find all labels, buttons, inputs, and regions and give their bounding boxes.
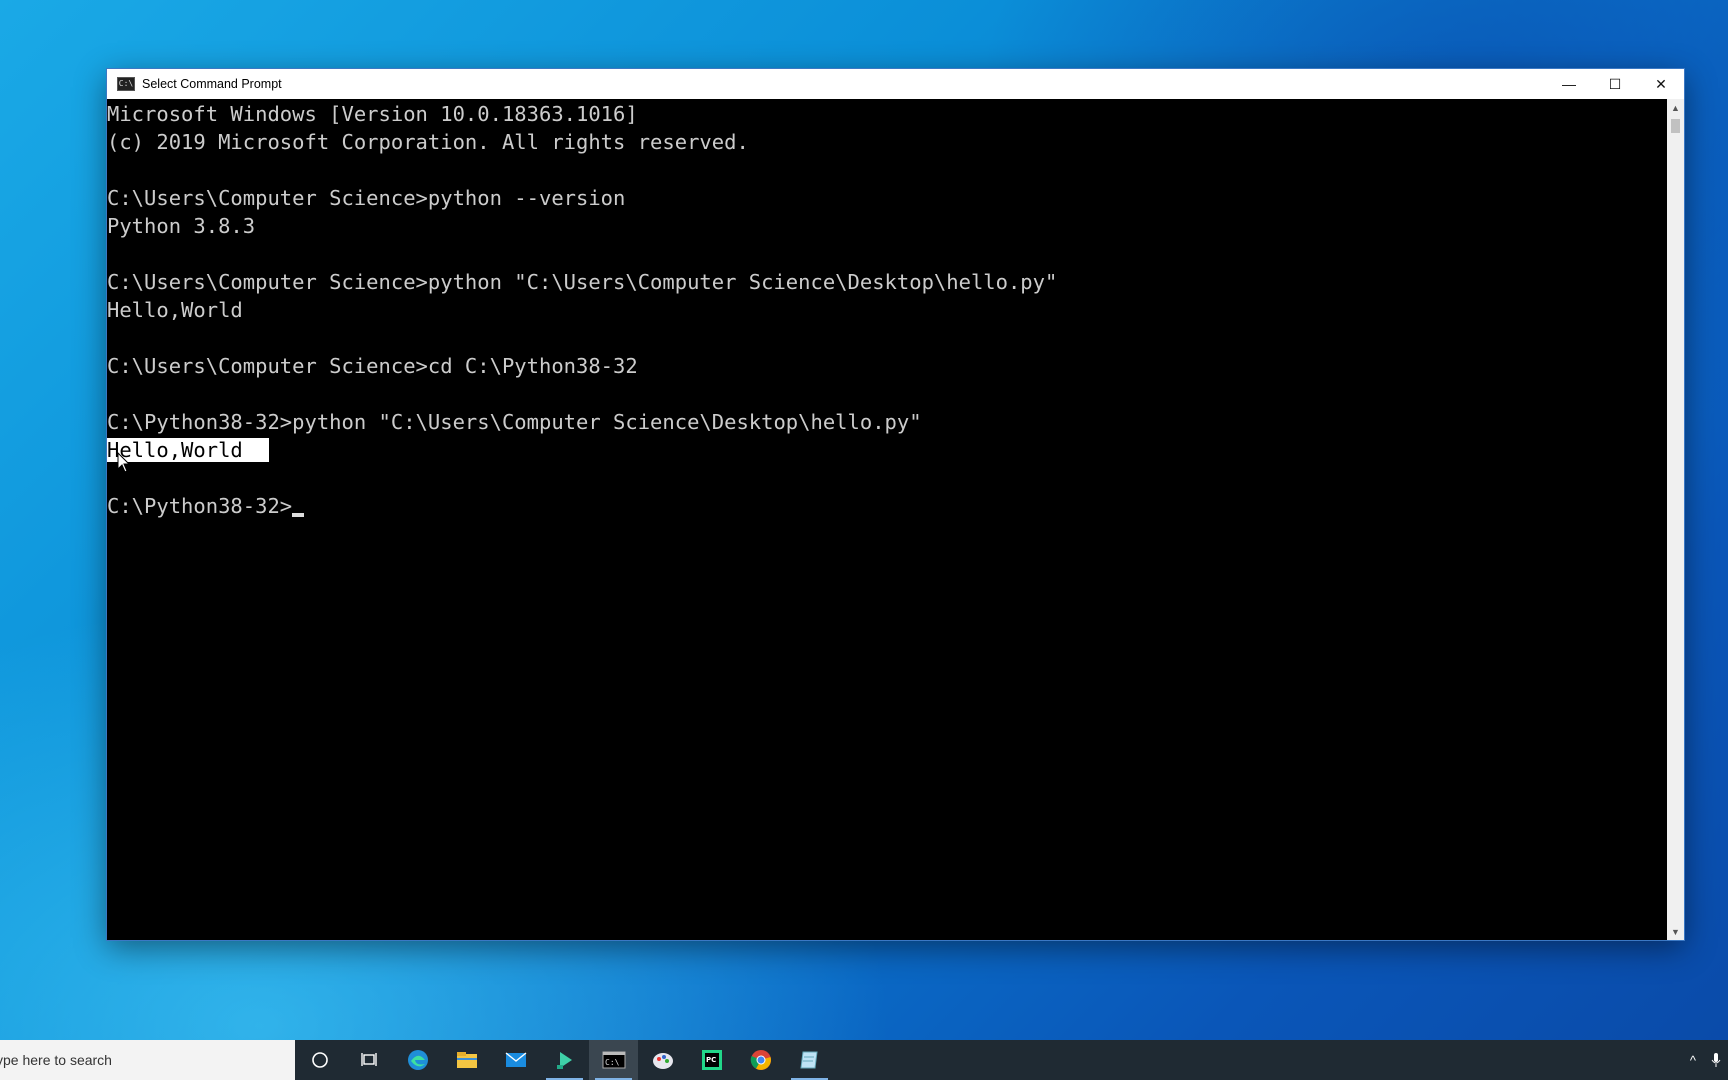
scroll-down-icon[interactable]: ▼ bbox=[1667, 923, 1684, 940]
title-bar[interactable]: C:\ Select Command Prompt — ☐ ✕ bbox=[107, 69, 1684, 99]
text-cursor bbox=[292, 513, 305, 517]
pycharm-button[interactable]: PC bbox=[687, 1040, 736, 1080]
vertical-scrollbar[interactable]: ▲ ▼ bbox=[1667, 99, 1684, 940]
tray-chevron-icon[interactable]: ^ bbox=[1690, 1053, 1696, 1068]
mail-icon bbox=[505, 1052, 526, 1067]
close-button[interactable]: ✕ bbox=[1638, 69, 1684, 99]
console-line-selected: Hello,World bbox=[107, 436, 1667, 464]
scroll-up-icon[interactable]: ▲ bbox=[1667, 99, 1684, 116]
cortana-button[interactable] bbox=[295, 1040, 344, 1080]
file-explorer-button[interactable] bbox=[442, 1040, 491, 1080]
window-title: Select Command Prompt bbox=[142, 77, 282, 91]
taskbar-search-box[interactable]: ype here to search bbox=[0, 1040, 295, 1080]
console-line: C:\Users\Computer Science>python "C:\Use… bbox=[107, 270, 1058, 294]
app-icon bbox=[556, 1052, 572, 1069]
search-placeholder: ype here to search bbox=[0, 1052, 112, 1068]
edge-icon bbox=[407, 1050, 428, 1070]
console-line: Hello,World bbox=[107, 298, 243, 322]
mouse-pointer-icon bbox=[117, 452, 131, 473]
app-button[interactable] bbox=[540, 1040, 589, 1080]
chrome-button[interactable] bbox=[736, 1040, 785, 1080]
console-line: C:\Users\Computer Science>cd C:\Python38… bbox=[107, 354, 638, 378]
prompt-text: C:\Python38-32> bbox=[107, 494, 293, 518]
minimize-button[interactable]: — bbox=[1546, 69, 1592, 99]
taskbar: ype here to search C:\ PC ^ bbox=[0, 1040, 1728, 1080]
console-prompt-line[interactable]: C:\Python38-32> bbox=[107, 492, 1667, 520]
pycharm-icon: PC bbox=[701, 1050, 722, 1070]
console-line: Microsoft Windows [Version 10.0.18363.10… bbox=[107, 102, 638, 126]
mail-button[interactable] bbox=[491, 1040, 540, 1080]
chrome-icon bbox=[750, 1050, 771, 1070]
console-output[interactable]: Microsoft Windows [Version 10.0.18363.10… bbox=[107, 99, 1667, 940]
cmd-window-icon[interactable]: C:\ bbox=[117, 77, 135, 91]
console-line: C:\Users\Computer Science>python --versi… bbox=[107, 186, 626, 210]
svg-text:PC: PC bbox=[706, 1056, 716, 1064]
cortana-icon bbox=[311, 1052, 328, 1068]
task-view-icon bbox=[360, 1053, 377, 1066]
notepad-button[interactable] bbox=[785, 1040, 834, 1080]
selected-text[interactable]: Hello,World bbox=[107, 438, 269, 462]
scroll-thumb[interactable] bbox=[1671, 119, 1680, 133]
paint-icon bbox=[652, 1053, 673, 1069]
file-explorer-icon bbox=[456, 1052, 477, 1068]
cmd-icon-label: C:\ bbox=[118, 79, 134, 88]
paint-button[interactable] bbox=[638, 1040, 687, 1080]
console-line: Python 3.8.3 bbox=[107, 214, 256, 238]
window-controls: — ☐ ✕ bbox=[1546, 69, 1684, 99]
microphone-icon[interactable] bbox=[1710, 1052, 1722, 1068]
console-line: C:\Python38-32>python "C:\Users\Computer… bbox=[107, 410, 922, 434]
command-prompt-icon: C:\ bbox=[602, 1051, 625, 1069]
command-prompt-taskbar-button[interactable]: C:\ bbox=[589, 1040, 638, 1080]
system-tray: ^ bbox=[1690, 1040, 1728, 1080]
svg-text:C:\: C:\ bbox=[605, 1058, 620, 1067]
maximize-button[interactable]: ☐ bbox=[1592, 69, 1638, 99]
console-line: (c) 2019 Microsoft Corporation. All righ… bbox=[107, 130, 749, 154]
command-prompt-window[interactable]: C:\ Select Command Prompt — ☐ ✕ Microsof… bbox=[107, 69, 1684, 940]
notepad-icon bbox=[799, 1051, 818, 1069]
edge-button[interactable] bbox=[393, 1040, 442, 1080]
task-view-button[interactable] bbox=[344, 1040, 393, 1080]
